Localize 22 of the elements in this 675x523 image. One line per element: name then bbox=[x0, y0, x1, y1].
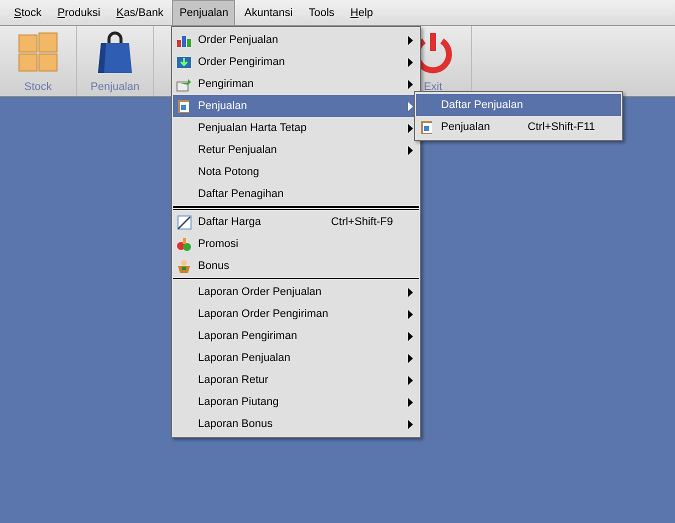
menu-item[interactable]: Daftar Penagihan bbox=[173, 183, 419, 205]
menu-item[interactable]: Daftar Harga Ctrl+Shift-F9 bbox=[173, 211, 419, 233]
menu-item[interactable]: Laporan Pengiriman bbox=[173, 325, 419, 347]
menu-item[interactable]: Laporan Order Penjualan bbox=[173, 281, 419, 303]
menu-item[interactable]: Laporan Penjualan bbox=[173, 347, 419, 369]
menu-item[interactable]: Laporan Retur bbox=[173, 369, 419, 391]
menu-title[interactable]: Tools bbox=[302, 0, 342, 25]
menu-item[interactable]: Nota Potong bbox=[173, 161, 419, 183]
menu-item[interactable]: Bonus bbox=[173, 255, 419, 277]
menu-title[interactable]: Produksi bbox=[50, 0, 108, 25]
menu-title[interactable]: Stock bbox=[7, 0, 49, 25]
menu-title[interactable]: Kas/Bank bbox=[109, 0, 170, 25]
menu-item[interactable]: Retur Penjualan bbox=[173, 139, 419, 161]
menu-title[interactable]: Help bbox=[343, 0, 380, 25]
menu-item[interactable]: Laporan Piutang bbox=[173, 391, 419, 413]
menu-item[interactable]: Penjualan Ctrl+Shift-F11 bbox=[416, 116, 621, 138]
menu-item[interactable]: Laporan Order Pengiriman bbox=[173, 303, 419, 325]
menu-title[interactable]: Penjualan bbox=[172, 0, 236, 25]
menu-item[interactable]: Daftar Penjualan bbox=[416, 94, 621, 116]
menu-item[interactable]: Laporan Bonus bbox=[173, 413, 419, 435]
menu-item[interactable]: Promosi bbox=[173, 233, 419, 255]
menu-title[interactable]: Akuntansi bbox=[237, 0, 300, 25]
